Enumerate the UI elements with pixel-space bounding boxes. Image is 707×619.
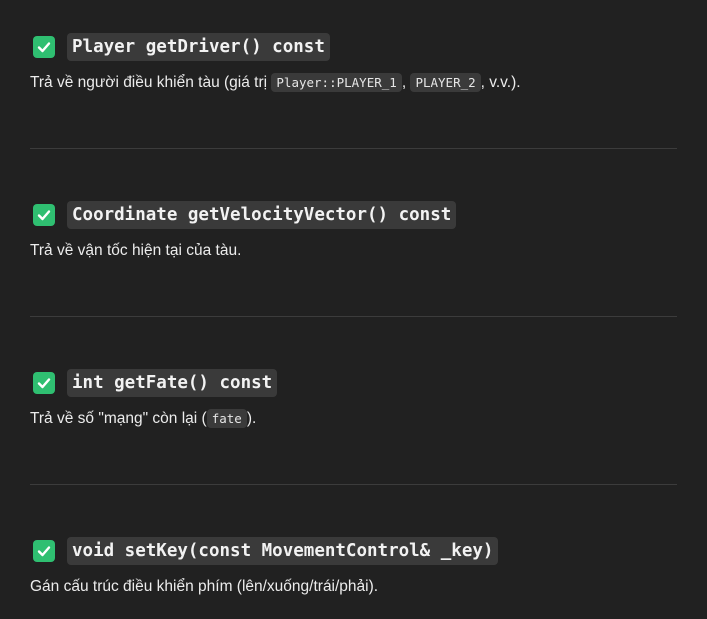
inline-code: Player::PLAYER_1 — [271, 73, 402, 92]
method-heading: void setKey(const MovementControl& _key) — [30, 536, 677, 566]
method-description: Gán cấu trúc điều khiển phím (lên/xuống/… — [30, 576, 677, 598]
method-section: Coordinate getVelocityVector() const Trả… — [30, 200, 677, 262]
inline-code: fate — [206, 409, 247, 428]
section-divider — [30, 484, 677, 485]
description-text: Trả về người điều khiển tàu (giá trị — [30, 74, 272, 91]
inline-code: PLAYER_2 — [410, 73, 481, 92]
description-text: , v.v.). — [480, 74, 521, 91]
description-text: ). — [246, 410, 257, 427]
check-mark-icon — [33, 204, 55, 226]
section-divider — [30, 316, 677, 317]
check-mark-icon — [33, 36, 55, 58]
method-heading: Coordinate getVelocityVector() const — [30, 200, 677, 230]
method-section: void setKey(const MovementControl& _key)… — [30, 536, 677, 598]
method-description: Trả về số "mạng" còn lại (fate). — [30, 408, 677, 430]
description-text: Gán cấu trúc điều khiển phím (lên/xuống/… — [30, 578, 379, 595]
description-text: Trả về vận tốc hiện tại của tàu. — [30, 242, 242, 259]
check-mark-icon — [33, 372, 55, 394]
method-heading: Player getDriver() const — [30, 32, 677, 62]
method-signature: void setKey(const MovementControl& _key) — [67, 537, 499, 565]
check-mark-icon — [33, 540, 55, 562]
method-section: Player getDriver() const Trả về người đi… — [30, 32, 677, 94]
method-description: Trả về vận tốc hiện tại của tàu. — [30, 240, 677, 262]
method-description: Trả về người điều khiển tàu (giá trị Pla… — [30, 72, 677, 94]
method-heading: int getFate() const — [30, 368, 677, 398]
method-section: int getFate() const Trả về số "mạng" còn… — [30, 368, 677, 430]
section-divider — [30, 148, 677, 149]
method-signature: int getFate() const — [67, 369, 278, 397]
method-signature: Coordinate getVelocityVector() const — [67, 201, 457, 229]
method-signature: Player getDriver() const — [67, 33, 330, 61]
description-text: Trả về số "mạng" còn lại ( — [30, 410, 207, 427]
